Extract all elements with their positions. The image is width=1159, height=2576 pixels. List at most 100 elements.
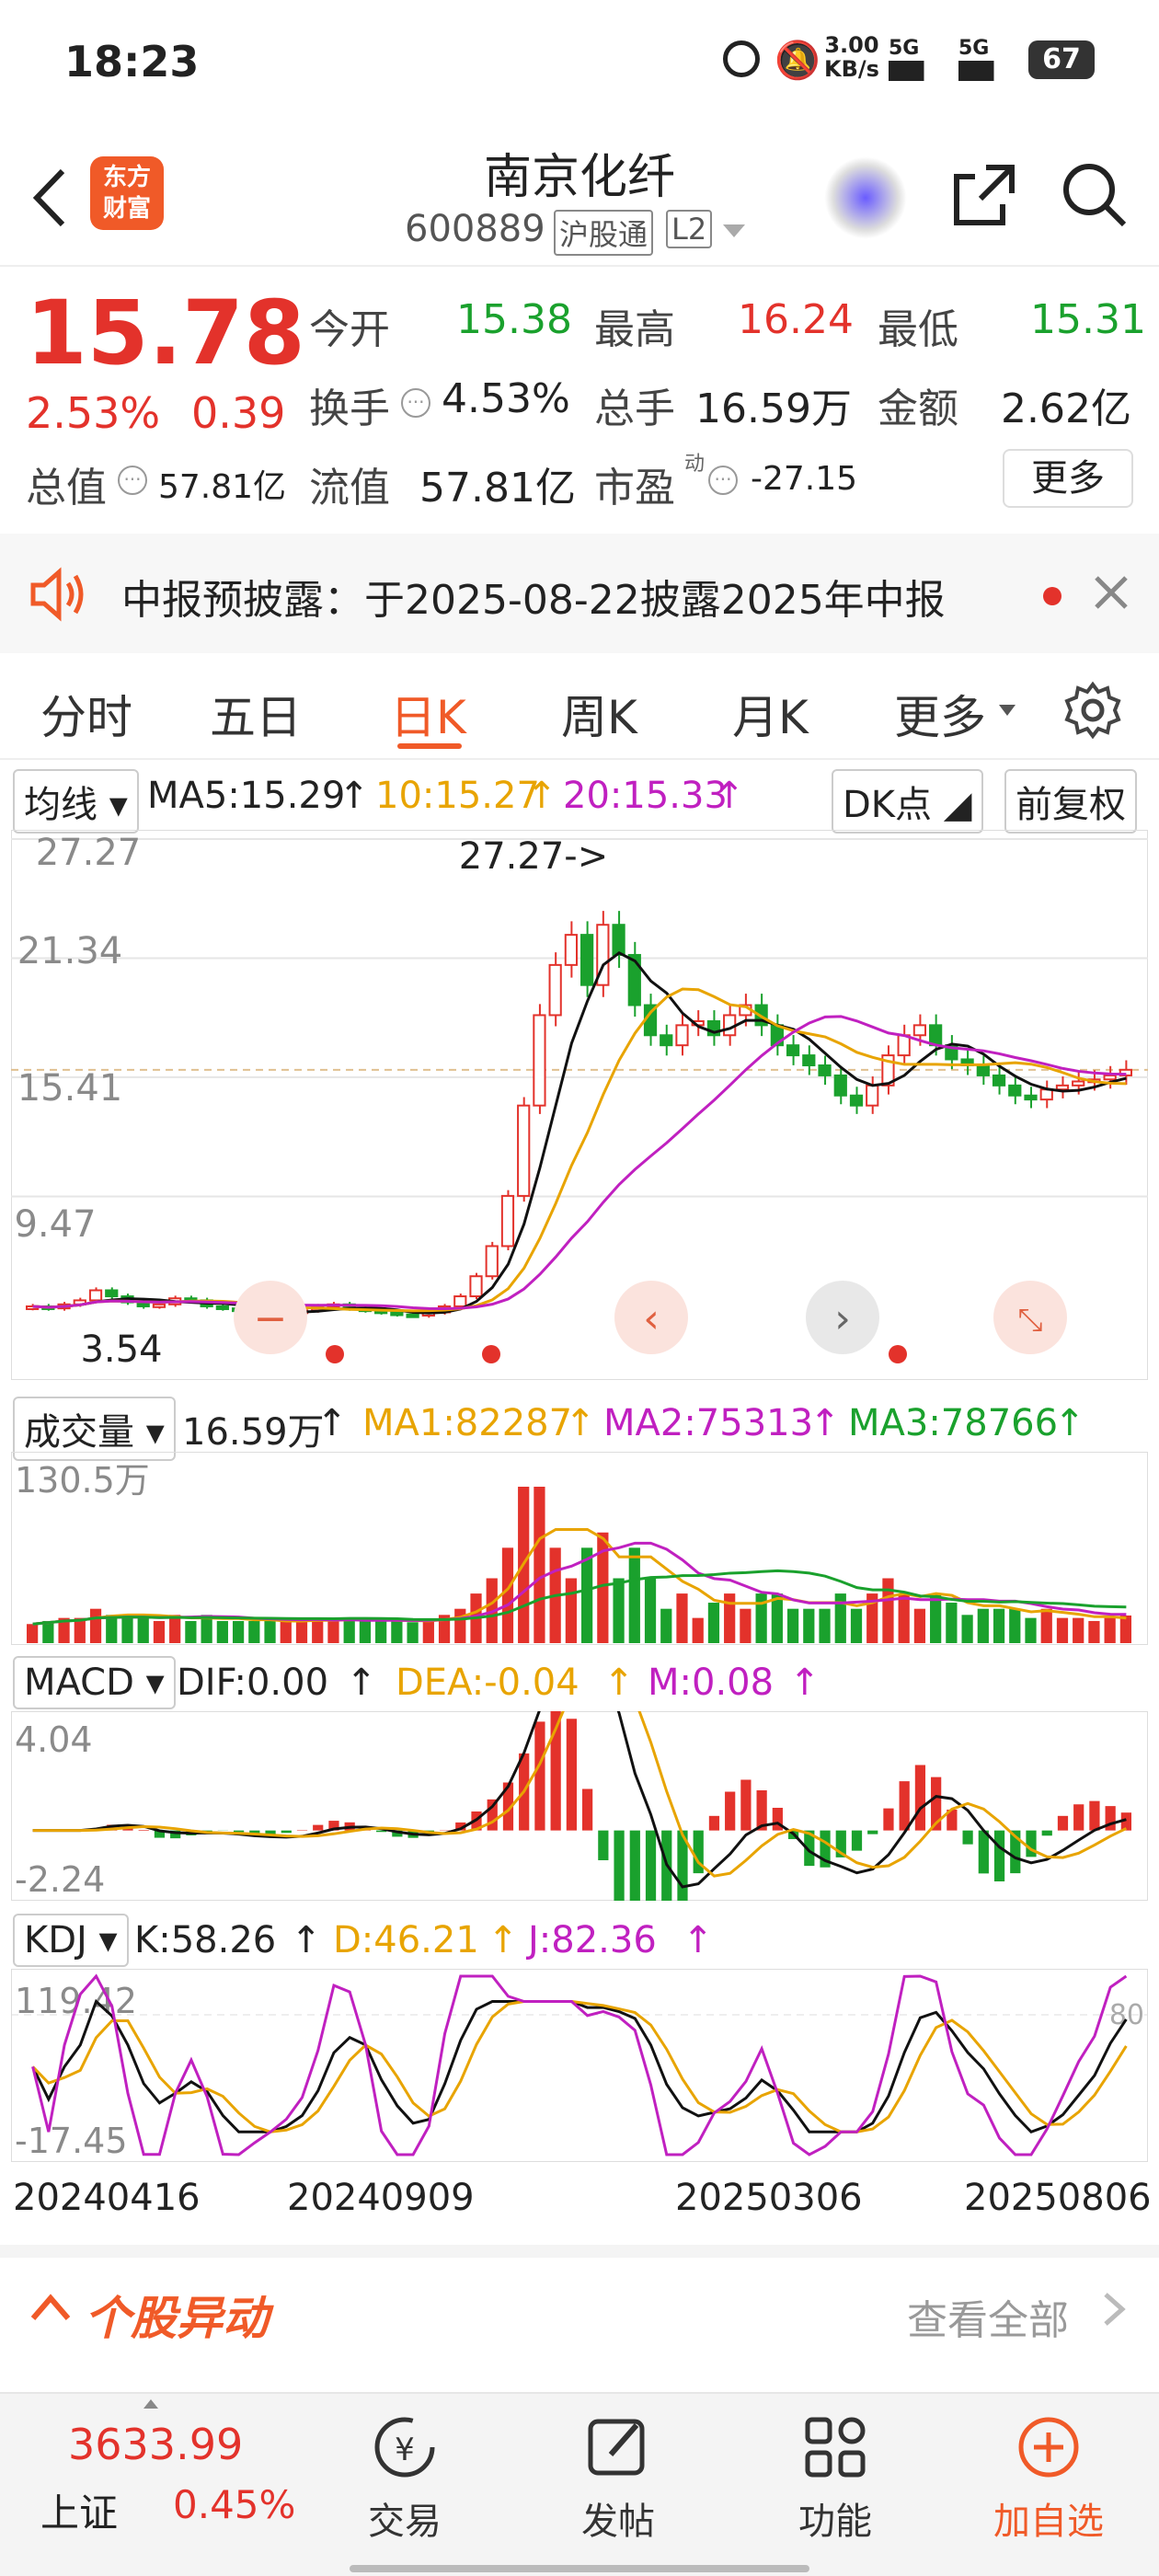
mute-icon: 🔕 — [775, 40, 820, 82]
abnormal-section[interactable]: 个股异动 查看全部 — [0, 2245, 1159, 2364]
search-icon[interactable] — [1060, 160, 1130, 234]
dk-point-selector[interactable]: DK点 ◢ — [832, 769, 983, 834]
kdj-selector[interactable]: KDJ ▾ — [13, 1914, 129, 1967]
volume-bar — [27, 1624, 39, 1643]
level-tag[interactable]: L2 — [666, 210, 713, 248]
info-icon[interactable]: ··· — [708, 466, 738, 495]
period-tabs: 分时 五日 日K 周K 月K 更多 — [0, 653, 1159, 760]
index-percent[interactable]: 0.45% — [173, 2482, 295, 2527]
gear-icon[interactable] — [1063, 681, 1122, 743]
volume-value: 16.59万 — [695, 385, 852, 432]
kline-chart-area[interactable]: 均线 ▾ MA5:15.29 ↑ 10:15.27 ↑ 20:15.33 ↑ D… — [0, 760, 1159, 2245]
tab-daily-k[interactable]: 日K — [390, 681, 466, 747]
alarm-icon — [723, 40, 760, 77]
volume-bar — [882, 1578, 894, 1643]
volume-bar — [534, 1487, 545, 1643]
index-name[interactable]: 上证 — [40, 2482, 118, 2538]
trade-button[interactable]: ¥ 交易 — [313, 2394, 497, 2545]
market-cap-value: 57.81亿 — [158, 468, 287, 506]
post-button[interactable]: 发帖 — [526, 2394, 710, 2545]
add-watchlist-label: 加自选 — [993, 2501, 1104, 2543]
market-tag: 沪股通 — [554, 210, 654, 256]
vol-ma1-arrow: ↑ — [565, 1402, 596, 1444]
tab-weekly-k[interactable]: 周K — [561, 681, 637, 747]
kdj-selector-label: KDJ — [24, 1919, 87, 1961]
volume-label: 总手 — [594, 385, 675, 432]
candle-body — [548, 963, 562, 1017]
candle-body — [802, 1054, 816, 1067]
candle-body — [833, 1074, 847, 1097]
candle-body — [500, 1194, 515, 1248]
pe-label: 市盈 — [594, 465, 675, 512]
chevron-down-icon[interactable] — [999, 705, 1016, 716]
kline-svg[interactable]: 27.27 21.34 15.41 9.47 27.27-> 3.54 − ‹ … — [11, 830, 1148, 1380]
kdj-svg: 119.42 -17.45 80 — [11, 1969, 1148, 2162]
assistant-robot-icon[interactable] — [824, 156, 907, 239]
volume-bar — [454, 1608, 466, 1643]
volume-bar — [1073, 1617, 1084, 1643]
ma20-arrow: ↑ — [714, 775, 745, 817]
y-label-9: 9.47 — [14, 1203, 96, 1246]
event-dot[interactable] — [889, 1345, 907, 1363]
volume-bar — [375, 1620, 387, 1643]
chevron-right-icon: › — [834, 1295, 851, 1342]
info-icon[interactable]: ··· — [401, 388, 430, 418]
volume-bar — [707, 1603, 720, 1643]
date-label-3: 20250306 — [675, 2177, 863, 2219]
battery-level: 67 — [1042, 43, 1081, 75]
trade-icon: ¥ — [374, 2417, 435, 2478]
candle-body — [929, 1024, 943, 1047]
volume-bar — [692, 1617, 704, 1643]
candle-body — [580, 934, 594, 986]
volume-bar — [185, 1620, 197, 1643]
volume-value: 16.59万 — [182, 1411, 325, 1454]
volume-bar — [343, 1617, 355, 1643]
change-percent: 2.53% — [26, 388, 161, 438]
signal-icon-2 — [958, 61, 1017, 81]
adjust-selector[interactable]: 前复权 — [1004, 769, 1137, 834]
more-button[interactable]: 更多 — [1003, 449, 1133, 508]
ma-selector[interactable]: 均线 ▾ — [13, 769, 139, 834]
ma5-line — [32, 951, 1127, 1315]
tab-five-day[interactable]: 五日 — [210, 681, 302, 747]
event-dot[interactable] — [482, 1345, 500, 1363]
index-value[interactable]: 3633.99 — [68, 2420, 243, 2469]
tab-more[interactable]: 更多 — [894, 681, 986, 747]
macd-selector[interactable]: MACD ▾ — [13, 1656, 176, 1709]
event-dot[interactable] — [326, 1345, 344, 1363]
macd-dea-arrow: ↑ — [603, 1662, 635, 1704]
candle-body — [976, 1064, 990, 1076]
trade-label: 交易 — [368, 2501, 442, 2543]
signal-icon-1 — [889, 61, 947, 81]
macd-histogram — [32, 1711, 1132, 1901]
candle-body — [517, 1104, 531, 1197]
macd-ymin: -2.24 — [15, 1859, 105, 1900]
share-icon[interactable] — [949, 160, 1019, 234]
volume-ma-lines — [32, 1527, 1127, 1626]
view-all-link[interactable]: 查看全部 — [907, 2287, 1069, 2346]
dropdown-caret-icon[interactable] — [723, 224, 745, 237]
volume-bar — [898, 1593, 910, 1643]
kdj-j-arrow: ↑ — [683, 1919, 714, 1961]
tab-monthly-k[interactable]: 月K — [732, 681, 809, 747]
amount-value: 2.62亿 — [1001, 385, 1131, 432]
macd-indicator-bar: MACD ▾ DIF:0.00 ↑ DEA:-0.04 ↑ M:0.08 ↑ — [0, 1656, 1159, 1711]
ma10-line — [32, 987, 1127, 1313]
open-value: 15.38 — [456, 296, 572, 343]
add-watchlist-button[interactable]: 加自选 — [957, 2394, 1141, 2545]
volume-bar — [1056, 1617, 1069, 1643]
market-cap-label: 总值 — [26, 465, 107, 512]
kdj-ref80: 80 — [1109, 1999, 1144, 2031]
abnormal-title: 个股异动 — [85, 2292, 269, 2345]
candle-body — [215, 1305, 229, 1310]
volume-bar — [1119, 1615, 1131, 1643]
candle-body — [897, 1034, 911, 1057]
info-icon[interactable]: ··· — [118, 466, 147, 495]
notice-bar[interactable]: 中报预披露：于2025-08-22披露2025年中报 — [0, 534, 1159, 653]
y-label-27: 27.27 — [36, 832, 142, 874]
chevron-right-icon[interactable] — [1100, 2289, 1128, 2333]
macd-dif: DIF:0.00 — [177, 1662, 329, 1704]
functions-button[interactable]: 功能 — [743, 2394, 927, 2545]
close-icon[interactable] — [1093, 574, 1130, 615]
tab-intraday[interactable]: 分时 — [40, 681, 132, 747]
